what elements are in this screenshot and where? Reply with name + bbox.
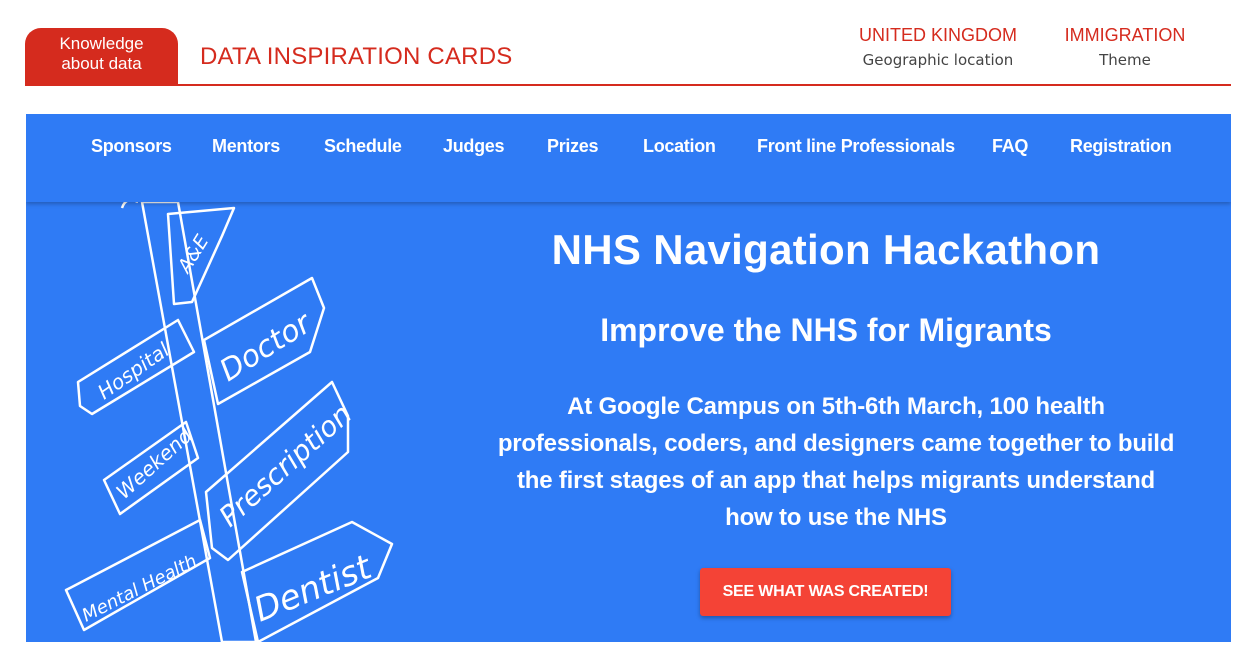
hero-description-line: At Google Campus on 5th-6th March, 100 h…: [567, 393, 1105, 420]
hero-subtitle: Improve the NHS for Migrants: [600, 312, 1052, 348]
sign-prescription-label: Prescription: [213, 397, 359, 533]
hero-title: NHS Navigation Hackathon: [551, 226, 1101, 273]
theme-value: IMMIGRATION: [1064, 25, 1186, 45]
website-screenshot: Sponsors Mentors Schedule Judges Prizes …: [26, 114, 1231, 642]
hero-section: NHS Navigation Hackathon Improve the NHS…: [446, 202, 1231, 642]
location-meta: UNITED KINGDOM Geographic location: [852, 24, 1024, 70]
knowledge-tag: Knowledge about data: [25, 28, 178, 85]
signpost-illustration: A&E Hospital Doctor Weekend Prescription…: [64, 202, 394, 642]
location-label: Geographic location: [862, 51, 1014, 69]
signpost-top-ring: [120, 202, 138, 209]
nav-front-line-professionals[interactable]: Front line Professionals: [757, 136, 955, 157]
sign-mental-health-label: Mental Health: [79, 551, 201, 627]
nav-judges[interactable]: Judges: [443, 136, 505, 157]
nav-sponsors[interactable]: Sponsors: [91, 136, 172, 157]
nav-prizes[interactable]: Prizes: [547, 136, 599, 157]
hero-description-line: how to use the NHS: [725, 504, 947, 531]
site-navbar: Sponsors Mentors Schedule Judges Prizes …: [26, 114, 1231, 202]
sign-weekend-label: Weekend: [111, 423, 197, 504]
knowledge-tag-line1: Knowledge: [59, 34, 144, 53]
header-divider: [25, 84, 1231, 86]
nav-registration[interactable]: Registration: [1070, 136, 1172, 157]
nav-mentors[interactable]: Mentors: [212, 136, 280, 157]
hero-description: At Google Campus on 5th-6th March, 100 h…: [446, 388, 1226, 536]
hero-description-line: the first stages of an app that helps mi…: [516, 467, 1156, 494]
nav-location[interactable]: Location: [643, 136, 716, 157]
card-header: Knowledge about data DATA INSPIRATION CA…: [0, 0, 1255, 90]
see-what-was-created-button[interactable]: SEE WHAT WAS CREATED!: [700, 568, 951, 616]
nav-schedule[interactable]: Schedule: [324, 136, 402, 157]
hero-description-line: professionals, coders, and designers cam…: [497, 430, 1175, 457]
nav-faq[interactable]: FAQ: [992, 136, 1028, 157]
location-value: UNITED KINGDOM: [858, 25, 1017, 45]
card-title: DATA INSPIRATION CARDS: [200, 43, 513, 70]
theme-label: Theme: [1099, 51, 1151, 69]
theme-meta: IMMIGRATION Theme: [1058, 24, 1192, 70]
knowledge-tag-line2: about data: [61, 54, 142, 73]
